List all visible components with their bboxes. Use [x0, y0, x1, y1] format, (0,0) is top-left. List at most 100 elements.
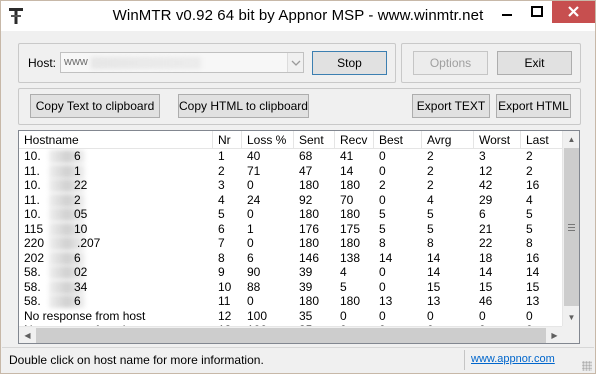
value-cell: 18: [479, 250, 493, 265]
results-table[interactable]: Hostname Nr Loss % Sent Recv Best Avrg Worst Las…: [18, 130, 580, 344]
chevron-down-icon: [291, 60, 301, 66]
value-cell: 2: [526, 149, 533, 163]
column-header[interactable]: Hostname: [19, 131, 213, 149]
host-dropdown-button[interactable]: [287, 53, 303, 72]
value-cell: 13: [379, 294, 393, 308]
value-cell: 5: [340, 279, 347, 294]
maximize-button[interactable]: [522, 1, 552, 23]
maximize-icon: [531, 6, 543, 17]
scroll-right-icon[interactable]: ▶: [546, 327, 563, 343]
value-cell: 175: [340, 221, 361, 236]
value-cell: 0: [379, 308, 386, 323]
status-separator: [464, 350, 465, 370]
value-cell: 0: [247, 178, 254, 192]
status-bar: Double click on host name for more infor…: [2, 347, 594, 373]
close-icon: [568, 6, 579, 17]
value-cell: 14: [427, 250, 441, 265]
value-cell: 0: [427, 308, 434, 323]
value-cell: 6: [247, 250, 254, 265]
column-header[interactable]: Loss %: [242, 131, 294, 149]
value-cell: 7: [218, 236, 225, 250]
value-cell: 2: [379, 178, 386, 192]
host-redacted: [91, 57, 201, 69]
vertical-scroll-thumb[interactable]: [564, 148, 579, 306]
close-button[interactable]: [552, 1, 595, 23]
column-header[interactable]: Nr: [213, 131, 242, 149]
export-html-button[interactable]: Export HTML: [496, 94, 571, 118]
value-cell: 4: [526, 192, 533, 207]
value-cell: 0: [526, 308, 533, 323]
value-cell: 2: [427, 178, 434, 192]
column-header[interactable]: Worst: [474, 131, 521, 149]
hostname-suffix: 1: [74, 163, 81, 178]
value-cell: 3: [479, 149, 486, 163]
value-cell: 5: [526, 221, 533, 236]
scroll-up-icon[interactable]: ▲: [563, 131, 579, 148]
value-cell: 47: [299, 163, 313, 178]
table-row[interactable]: 58. 11 0 180 180 13 13 46 13 6: [19, 294, 563, 309]
column-header[interactable]: Best: [374, 131, 422, 149]
value-cell: 5: [379, 221, 386, 236]
value-cell: 5: [379, 207, 386, 221]
column-header[interactable]: Last: [521, 131, 563, 149]
value-cell: 40: [247, 149, 261, 163]
value-cell: 1: [218, 149, 225, 163]
value-cell: 90: [247, 265, 261, 279]
value-cell: 0: [340, 308, 347, 323]
value-cell: 5: [218, 207, 225, 221]
table-row[interactable]: 11. 4 24 92 70 0 4 29 4 2: [19, 193, 563, 208]
appnor-link[interactable]: www.appnor.com: [471, 353, 555, 365]
export-text-button[interactable]: Export TEXT: [412, 94, 490, 118]
value-cell: 8: [427, 236, 434, 250]
value-cell: 13: [427, 294, 441, 308]
value-cell: 39: [299, 279, 313, 294]
value-cell: 14: [379, 250, 393, 265]
column-header[interactable]: Avrg: [422, 131, 474, 149]
value-cell: 35: [299, 308, 313, 323]
column-header[interactable]: Recv: [335, 131, 374, 149]
resize-grip-icon[interactable]: [582, 361, 592, 371]
value-cell: 180: [340, 236, 361, 250]
scrollbar-corner: [562, 326, 579, 343]
vertical-scrollbar[interactable]: ▲ ▼: [562, 131, 579, 326]
title-bar[interactable]: WinMTR v0.92 64 bit by Appnor MSP - www.…: [1, 1, 595, 31]
value-cell: 46: [479, 294, 493, 308]
value-cell: 2: [427, 149, 434, 163]
table-row[interactable]: 58. 9 90 39 4 0 14 14 14 02: [19, 265, 563, 280]
horizontal-scroll-thumb[interactable]: [36, 328, 546, 343]
column-header[interactable]: Sent: [294, 131, 335, 149]
minimize-button[interactable]: [492, 1, 522, 23]
scroll-down-icon[interactable]: ▼: [563, 309, 579, 326]
table-row[interactable]: 58. 10 88 39 5 0 15 15 15 34: [19, 280, 563, 295]
table-row[interactable]: 202 8 6 146 138 14 14 18 16 6: [19, 251, 563, 266]
table-row[interactable]: 10. 1 40 68 41 0 2 3 2 6: [19, 149, 563, 164]
scroll-left-icon[interactable]: ◀: [19, 327, 36, 343]
hostname-suffix: 6: [74, 250, 81, 265]
value-cell: 42: [479, 178, 493, 192]
hostname-suffix: 34: [74, 279, 88, 294]
copy-html-button[interactable]: Copy HTML to clipboard: [178, 94, 309, 118]
value-cell: 0: [379, 265, 386, 279]
value-cell: 12: [479, 163, 493, 178]
horizontal-scrollbar[interactable]: ◀ ▶: [19, 326, 563, 343]
value-cell: 100: [247, 308, 268, 323]
value-cell: 0: [247, 236, 254, 250]
table-row[interactable]: 115 6 1 176 175 5 5 21 5 10: [19, 222, 563, 237]
stop-button[interactable]: Stop: [312, 51, 387, 75]
table-row[interactable]: 10. 5 0 180 180 5 5 6 5 05: [19, 207, 563, 222]
status-text: Double click on host name for more infor…: [9, 353, 264, 367]
value-cell: 0: [247, 207, 254, 221]
value-cell: 180: [299, 236, 320, 250]
table-row[interactable]: 10. 3 0 180 180 2 2 42 16 22: [19, 178, 563, 193]
table-row[interactable]: No response from host 12 100 35 0 0 0 0 0: [19, 309, 563, 324]
exit-button[interactable]: Exit: [497, 51, 572, 75]
value-cell: 5: [427, 207, 434, 221]
copy-text-button[interactable]: Copy Text to clipboard: [30, 94, 160, 118]
host-combobox[interactable]: www: [60, 52, 304, 73]
value-cell: 180: [340, 207, 361, 221]
table-row[interactable]: 220 7 0 180 180 8 8 22 8.207: [19, 236, 563, 251]
options-button[interactable]: Options: [413, 51, 488, 75]
value-cell: 8: [526, 236, 533, 250]
value-cell: 10: [218, 279, 232, 294]
table-row[interactable]: 11. 2 71 47 14 0 2 12 2 1: [19, 164, 563, 179]
